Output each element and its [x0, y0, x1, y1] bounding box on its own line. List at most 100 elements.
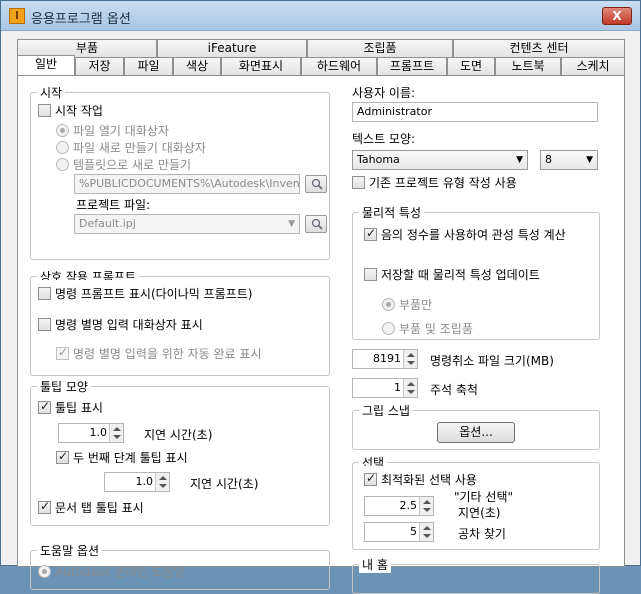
open-file-dialog-label: 파일 열기 대화상자 — [73, 124, 169, 138]
radio-dot — [56, 141, 69, 154]
tab-sketch[interactable]: 스케치 — [561, 57, 625, 75]
template-path-field[interactable]: %PUBLICDOCUMENTS%\Autodesk\Inventc — [74, 174, 300, 194]
second-level-tooltip-checkbox[interactable]: 두 번째 단계 툴팁 표시 — [56, 449, 188, 466]
command-prompt-checkbox[interactable]: 명령 프롬프트 표시(다이나믹 프롬프트) — [38, 285, 252, 302]
second-delay-spinner[interactable]: 1.0 — [104, 472, 170, 492]
project-file-value: Default.ipj — [79, 217, 136, 230]
alias-dialog-checkbox[interactable]: 명령 별명 입력 대화상자 표시 — [38, 316, 203, 333]
checkbox-box — [38, 104, 51, 117]
second-delay-value: 1.0 — [135, 475, 154, 488]
annotation-scale-spinner[interactable]: 1 — [352, 378, 418, 398]
alias-autocomplete-label: 명령 별명 입력을 위한 자동 완료 표시 — [73, 347, 262, 361]
my-home-group: 내 홈 — [352, 556, 600, 594]
undo-size-spinner[interactable]: 8191 — [352, 349, 418, 369]
spin-down-icon[interactable] — [113, 435, 121, 439]
browse-project-button[interactable] — [305, 215, 327, 233]
spin-down-icon[interactable] — [423, 508, 431, 512]
spin-down-icon[interactable] — [407, 361, 415, 365]
physical-group-title: 물리적 특성 — [359, 204, 425, 221]
negative-integer-checkbox[interactable]: 음의 정수를 사용하여 관성 특성 계산 — [364, 226, 566, 243]
spin-up-icon[interactable] — [407, 353, 415, 357]
checkbox-box — [364, 471, 377, 486]
spin-down-icon[interactable] — [159, 484, 167, 488]
spinner-buttons[interactable] — [155, 473, 169, 491]
radio-new-file-dialog[interactable]: 파일 새로 만들기 대화상자 — [56, 139, 206, 156]
radio-dot — [382, 322, 395, 335]
default-project-type-checkbox[interactable]: 기존 프로젝트 유형 작성 사용 — [352, 174, 517, 191]
spin-up-icon[interactable] — [407, 382, 415, 386]
checkbox-box — [38, 399, 51, 414]
project-file-label: 프로젝트 파일: — [76, 198, 151, 212]
spinner-buttons[interactable] — [419, 523, 433, 541]
tab-colors[interactable]: 색상 — [173, 57, 221, 75]
tooltip-delay-spinner[interactable]: 1.0 — [58, 423, 124, 443]
dropdown-arrow-icon: ▼ — [586, 155, 593, 165]
project-file-combo[interactable]: Default.ipj ▼ — [74, 214, 300, 234]
spinner-buttons[interactable] — [403, 350, 417, 368]
tab-ifeature[interactable]: iFeature — [157, 39, 307, 57]
tab-file[interactable]: 파일 — [124, 57, 173, 75]
tab-save[interactable]: 저장 — [75, 57, 124, 75]
other-select-label: "기타 선택" — [454, 490, 514, 504]
radio-parts-assemblies[interactable]: 부품 및 조립품 — [382, 320, 473, 337]
browse-icon — [311, 178, 323, 190]
negative-integer-label: 음의 정수를 사용하여 관성 특성 계산 — [381, 228, 566, 242]
update-on-save-checkbox[interactable]: 저장할 때 물리적 특성 업데이트 — [364, 266, 540, 283]
tab-prompts[interactable]: 프롬프트 — [377, 57, 447, 75]
selection-delay-spinner[interactable]: 2.5 — [364, 496, 434, 516]
radio-open-file-dialog[interactable]: 파일 열기 대화상자 — [56, 122, 169, 139]
tab-assembly[interactable]: 조립품 — [307, 39, 453, 57]
radio-parts-only[interactable]: 부품만 — [382, 296, 432, 313]
tab-display[interactable]: 화면표시 — [221, 57, 301, 75]
browse-template-button[interactable] — [305, 175, 327, 193]
show-tooltips-label: 툴팁 표시 — [55, 401, 103, 415]
alias-dialog-label: 명령 별명 입력 대화상자 표시 — [55, 318, 203, 332]
spin-up-icon[interactable] — [113, 427, 121, 431]
checkbox-box — [364, 226, 377, 241]
radio-dot — [56, 158, 69, 171]
font-size-value: 8 — [545, 153, 552, 166]
font-combo[interactable]: Tahoma ▼ — [352, 150, 528, 170]
tab-notebook[interactable]: 노트북 — [495, 57, 561, 75]
grip-snap-options-button[interactable]: 옵션... — [437, 422, 515, 443]
alias-autocomplete-checkbox[interactable]: 명령 별명 입력을 위한 자동 완료 표시 — [56, 345, 262, 362]
show-tooltips-checkbox[interactable]: 툴팁 표시 — [38, 399, 103, 416]
font-size-combo[interactable]: 8 ▼ — [540, 150, 598, 170]
radio-from-template[interactable]: 템플릿으로 새로 만들기 — [56, 156, 191, 173]
optimized-selection-checkbox[interactable]: 최적화된 선택 사용 — [364, 471, 477, 488]
title-bar: I 응용프로그램 옵션 X — [1, 1, 640, 31]
tab-hardware[interactable]: 하드웨어 — [301, 57, 377, 75]
command-prompt-label: 명령 프롬프트 표시(다이나믹 프롬프트) — [55, 287, 253, 301]
spin-up-icon[interactable] — [423, 526, 431, 530]
radio-dot — [38, 565, 51, 578]
tab-row-front: 일반 저장 파일 색상 화면표시 하드웨어 프롬프트 도면 노트북 스케치 — [17, 55, 625, 75]
spinner-buttons[interactable] — [419, 497, 433, 515]
spinner-buttons[interactable] — [403, 379, 417, 397]
startup-action-label: 시작 작업 — [55, 104, 103, 118]
second-level-label: 두 번째 단계 툴팁 표시 — [73, 451, 188, 465]
spin-up-icon[interactable] — [423, 500, 431, 504]
tooltip-group-title: 툴팁 모양 — [37, 378, 91, 395]
tab-content-center[interactable]: 컨텐츠 센터 — [453, 39, 625, 57]
inventor-app-icon: I — [9, 8, 25, 24]
spin-up-icon[interactable] — [159, 476, 167, 480]
undo-size-label: 명령취소 파일 크기(MB) — [430, 354, 554, 368]
startup-action-checkbox[interactable]: 시작 작업 — [38, 102, 103, 119]
close-button[interactable]: X — [602, 7, 632, 25]
second-delay-label: 지연 시간(초) — [190, 477, 259, 491]
tab-general[interactable]: 일반 — [17, 55, 75, 75]
update-on-save-label: 저장할 때 물리적 특성 업데이트 — [381, 268, 540, 282]
checkbox-box — [38, 287, 51, 300]
spinner-buttons[interactable] — [109, 424, 123, 442]
dropdown-arrow-icon: ▼ — [516, 155, 523, 165]
spin-down-icon[interactable] — [423, 534, 431, 538]
dropdown-arrow-icon: ▼ — [288, 219, 295, 229]
checkbox-box — [352, 176, 365, 189]
checkbox-box — [56, 449, 69, 464]
spin-down-icon[interactable] — [407, 390, 415, 394]
tolerance-spinner[interactable]: 5 — [364, 522, 434, 542]
doc-tab-tooltips-checkbox[interactable]: 문서 탭 툴팁 표시 — [38, 499, 144, 516]
user-name-field[interactable]: Administrator — [352, 102, 598, 122]
tooltip-delay-value: 1.0 — [89, 426, 108, 439]
tab-drawing[interactable]: 도면 — [447, 57, 495, 75]
